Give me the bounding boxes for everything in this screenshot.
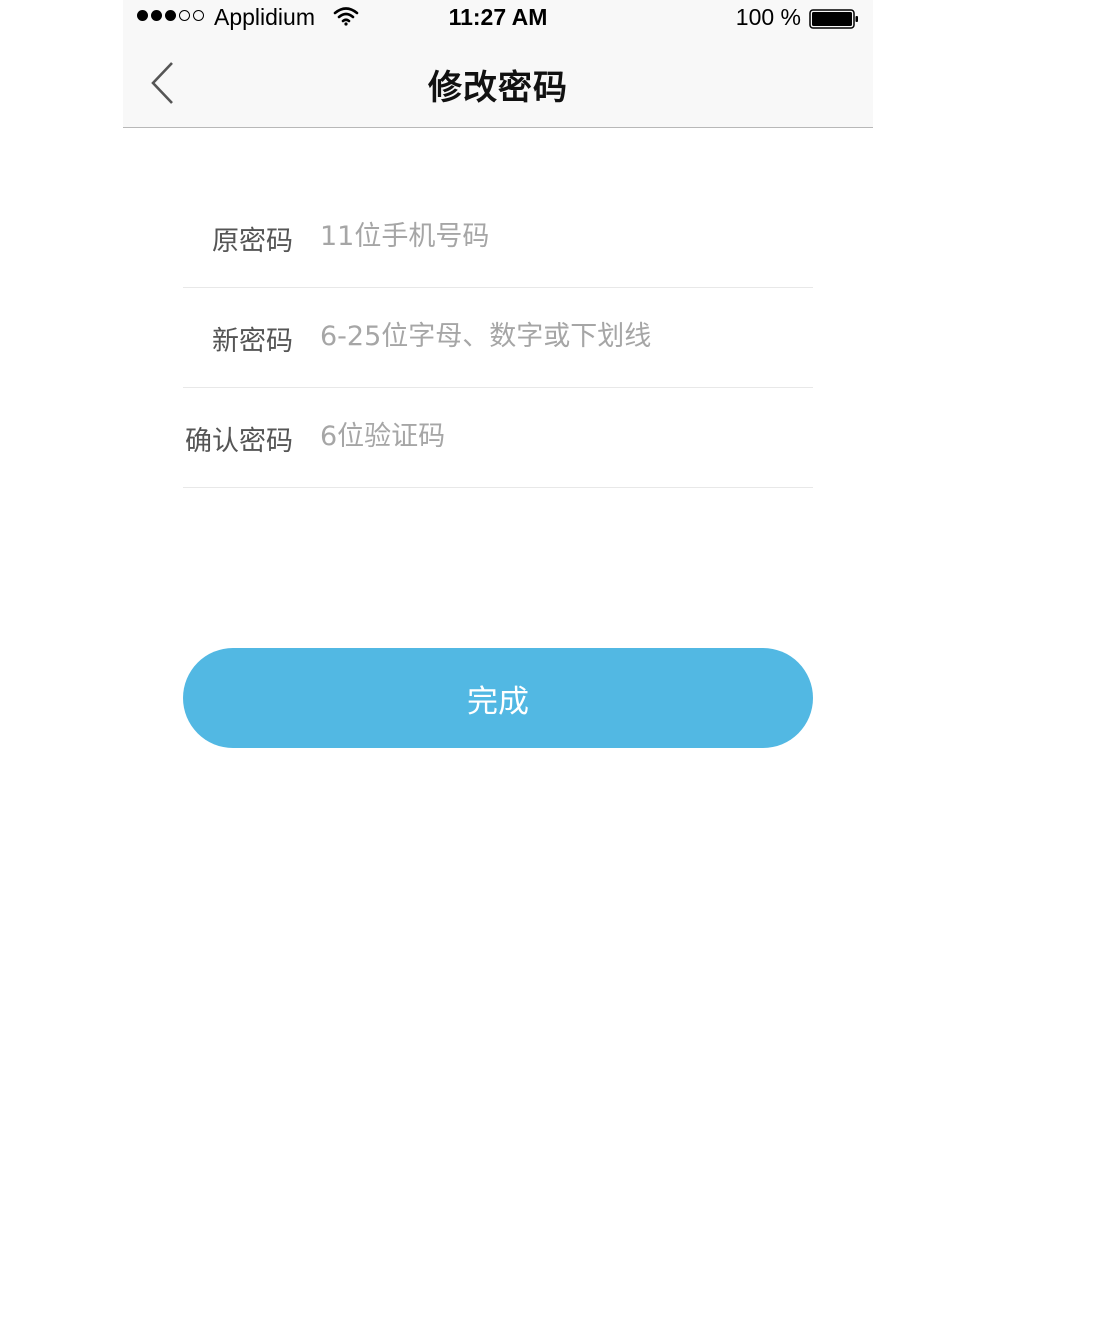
battery-icon	[809, 9, 858, 29]
old-password-label: 原密码	[212, 226, 293, 257]
old-password-input[interactable]	[320, 212, 800, 260]
phone-screen: Applidium 11:27 AM 100 % 修改密码 原密码 11位手机号…	[123, 0, 873, 1334]
old-password-row: 原密码	[183, 188, 813, 288]
confirm-password-row: 确认密码	[183, 388, 813, 488]
confirm-password-input[interactable]	[320, 412, 800, 460]
new-password-input[interactable]	[320, 312, 800, 360]
done-button[interactable]: 完成	[183, 648, 813, 748]
page-title: 修改密码	[428, 68, 568, 108]
navigation-bar: 修改密码	[123, 38, 873, 128]
battery-percentage: 100 %	[735, 4, 801, 30]
confirm-password-label: 确认密码	[185, 426, 293, 457]
new-password-row: 新密码	[183, 288, 813, 388]
status-bar: Applidium 11:27 AM 100 %	[123, 0, 873, 38]
change-password-form: 原密码 新密码 确认密码	[183, 188, 813, 488]
new-password-label: 新密码	[212, 326, 293, 357]
